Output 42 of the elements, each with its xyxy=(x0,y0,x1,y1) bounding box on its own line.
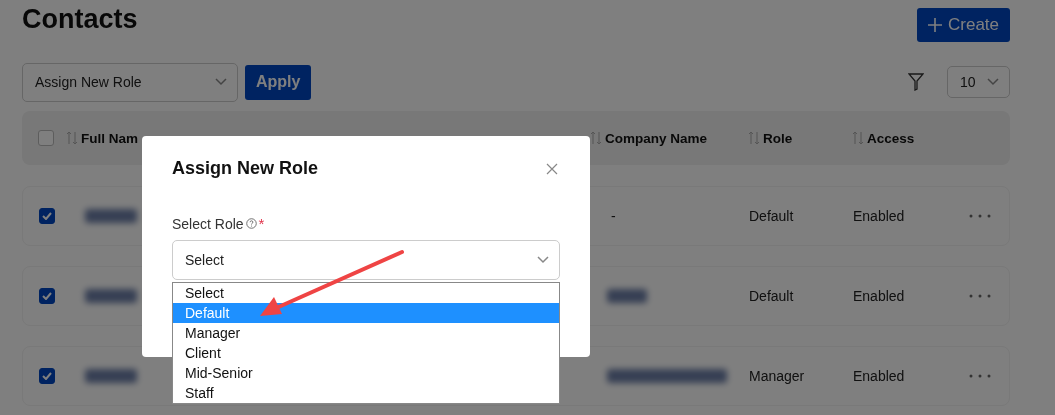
checkbox[interactable] xyxy=(39,208,55,224)
table-cell-text: Manager xyxy=(749,368,806,384)
page-size-select[interactable]: 10 xyxy=(947,66,1010,98)
table-cell-text: Default xyxy=(749,288,795,304)
table-cell-text: Enabled xyxy=(853,288,906,304)
sort-icon xyxy=(590,131,602,145)
column-header[interactable]: Company Name xyxy=(590,130,748,146)
page-title: Contacts xyxy=(22,4,138,35)
redacted-name xyxy=(85,209,137,223)
redacted-name xyxy=(85,289,137,303)
column-header[interactable]: Full Nam xyxy=(66,130,210,146)
checkbox[interactable] xyxy=(39,288,55,304)
check-icon xyxy=(42,212,52,220)
apply-button[interactable]: Apply xyxy=(245,64,312,100)
sort-icon xyxy=(66,131,78,145)
help-icon[interactable] xyxy=(245,218,257,229)
chevron-down-icon xyxy=(215,78,227,86)
sort-icon xyxy=(852,131,864,145)
table-cell-text: - xyxy=(611,208,617,224)
checkbox[interactable] xyxy=(39,368,55,384)
chevron-down-icon xyxy=(537,256,549,264)
column-header[interactable]: Access xyxy=(852,130,960,146)
check-icon xyxy=(42,292,52,300)
column-header[interactable]: Role xyxy=(748,130,852,146)
field-label: Select Role xyxy=(172,215,244,232)
checkbox[interactable] xyxy=(38,130,54,146)
table-cell-text: Enabled xyxy=(853,208,906,224)
role-select[interactable]: Select xyxy=(172,240,560,280)
dialog-title: Assign New Role xyxy=(172,158,319,179)
bulk-action-select[interactable]: Assign New Role xyxy=(22,62,238,102)
plus-icon xyxy=(928,18,942,32)
redacted-name xyxy=(85,369,137,383)
chevron-down-icon xyxy=(987,78,999,86)
dropdown-option[interactable]: Default xyxy=(173,303,559,323)
create-button[interactable]: Create xyxy=(917,8,1010,42)
table-cell-text: Default xyxy=(749,208,795,224)
required-mark: * xyxy=(258,215,265,232)
check-icon xyxy=(42,372,52,380)
sort-icon xyxy=(748,131,760,145)
filter-icon[interactable] xyxy=(908,73,924,91)
table-cell-text: Enabled xyxy=(853,368,906,384)
close-icon[interactable] xyxy=(546,162,558,175)
